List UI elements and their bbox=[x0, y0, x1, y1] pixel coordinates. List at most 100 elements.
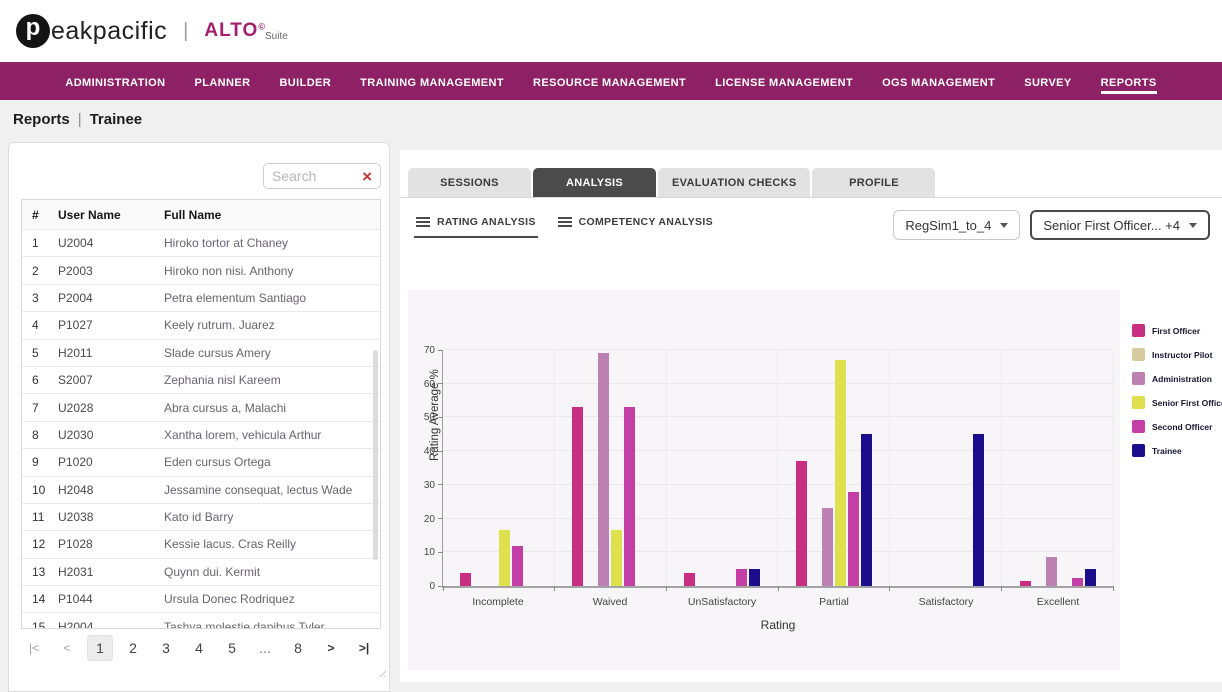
table-row[interactable]: 12P1028Kessie lacus. Cras Reilly bbox=[22, 530, 380, 557]
sim-filter-dropdown[interactable]: RegSim1_to_4 bbox=[893, 210, 1020, 240]
subtab-rating-analysis[interactable]: RATING ANALYSIS bbox=[414, 210, 538, 238]
full-name-cell: Jessamine consequat, lectus Wade bbox=[164, 483, 380, 497]
table-row[interactable]: 15H2004Tashya molestie dapibus Tyler bbox=[22, 612, 380, 629]
bar-administration bbox=[1046, 557, 1057, 586]
nav-item-administration[interactable]: ADMINISTRATION bbox=[65, 69, 165, 94]
role-filter-dropdown[interactable]: Senior First Officer... +4 bbox=[1030, 210, 1210, 240]
x-axis-category-label: UnSatisfactory bbox=[666, 596, 778, 608]
user-name-cell: P2004 bbox=[58, 291, 164, 305]
filters: RegSim1_to_4 Senior First Officer... +4 bbox=[893, 210, 1210, 240]
nav-item-planner[interactable]: PLANNER bbox=[194, 69, 250, 94]
row-number: 10 bbox=[22, 483, 58, 497]
y-axis-tick-label: 40 bbox=[411, 446, 435, 457]
bar-group-excellent bbox=[1001, 350, 1113, 586]
search-box[interactable]: × bbox=[263, 163, 381, 189]
bar-first-officer bbox=[460, 573, 471, 586]
x-axis-category-label: Satisfactory bbox=[890, 596, 1002, 608]
bar-group-waived bbox=[554, 350, 666, 586]
table-row[interactable]: 5H2011Slade cursus Amery bbox=[22, 339, 380, 366]
table-row[interactable]: 9P1020Eden cursus Ortega bbox=[22, 448, 380, 475]
y-axis-tick-label: 30 bbox=[411, 480, 435, 491]
nav-item-resource-management[interactable]: RESOURCE MANAGEMENT bbox=[533, 69, 686, 94]
y-axis-tick-label: 70 bbox=[411, 345, 435, 356]
legend-swatch bbox=[1132, 324, 1145, 337]
pagination-page-2[interactable]: 2 bbox=[120, 635, 146, 661]
bar-group-unsatisfactory bbox=[666, 350, 778, 586]
table-row[interactable]: 2P2003Hiroko non nisi. Anthony bbox=[22, 256, 380, 283]
table-row[interactable]: 6S2007Zephania nisl Kareem bbox=[22, 366, 380, 393]
legend-swatch bbox=[1132, 420, 1145, 433]
nav-item-ogs-management[interactable]: OGS MANAGEMENT bbox=[882, 69, 995, 94]
full-name-cell: Petra elementum Santiago bbox=[164, 291, 380, 305]
subtab-bar: RATING ANALYSIS COMPETENCY ANALYSIS bbox=[412, 210, 715, 238]
table-row[interactable]: 4P1027Keely rutrum. Juarez bbox=[22, 311, 380, 338]
user-name-cell: H2011 bbox=[58, 346, 164, 360]
full-name-cell: Abra cursus a, Malachi bbox=[164, 401, 380, 415]
breadcrumb: Reports|Trainee bbox=[0, 100, 1222, 136]
rating-chart-section: Rating Average % 010203040506070 Incompl… bbox=[408, 290, 1222, 670]
bar-second-officer bbox=[512, 546, 523, 586]
bar-senior-first-officer bbox=[499, 530, 510, 586]
bar-senior-first-officer bbox=[611, 530, 622, 586]
search-input[interactable] bbox=[272, 168, 358, 184]
pagination-page-4[interactable]: 4 bbox=[186, 635, 212, 661]
search-clear-icon[interactable]: × bbox=[362, 168, 372, 185]
pagination-prev[interactable]: < bbox=[54, 635, 80, 661]
bar-first-officer bbox=[796, 461, 807, 586]
full-name-cell: Xantha lorem, vehicula Arthur bbox=[164, 428, 380, 442]
row-number: 6 bbox=[22, 373, 58, 387]
tab-analysis[interactable]: ANALYSIS bbox=[533, 168, 656, 197]
chart-legend: First OfficerInstructor PilotAdministrat… bbox=[1122, 290, 1222, 670]
table-row[interactable]: 1U2004Hiroko tortor at Chaney bbox=[22, 229, 380, 256]
x-axis-title: Rating bbox=[442, 618, 1114, 632]
user-name-cell: P2003 bbox=[58, 264, 164, 278]
pagination-ellipsis: ... bbox=[252, 635, 278, 661]
brand-divider: | bbox=[183, 20, 188, 43]
pagination-last[interactable]: >| bbox=[351, 635, 377, 661]
subtab-competency-analysis[interactable]: COMPETENCY ANALYSIS bbox=[556, 210, 715, 238]
column-header-: # bbox=[22, 208, 58, 222]
full-name-cell: Eden cursus Ortega bbox=[164, 455, 380, 469]
user-name-cell: P1027 bbox=[58, 318, 164, 332]
pagination-page-5[interactable]: 5 bbox=[219, 635, 245, 661]
table-row[interactable]: 3P2004Petra elementum Santiago bbox=[22, 284, 380, 311]
y-axis-tick-label: 50 bbox=[411, 412, 435, 423]
tab-sessions[interactable]: SESSIONS bbox=[408, 168, 531, 197]
resize-handle-icon[interactable] bbox=[377, 668, 386, 677]
tab-evaluation-checks[interactable]: EVALUATION CHECKS bbox=[658, 168, 810, 197]
y-axis-tick-label: 20 bbox=[411, 514, 435, 525]
table-row[interactable]: 10H2048Jessamine consequat, lectus Wade bbox=[22, 476, 380, 503]
pagination-first[interactable]: |< bbox=[21, 635, 47, 661]
bar-second-officer bbox=[624, 407, 635, 586]
bar-senior-first-officer bbox=[835, 360, 846, 586]
pagination-page-1[interactable]: 1 bbox=[87, 635, 113, 661]
column-header-user-name: User Name bbox=[58, 208, 164, 222]
legend-swatch bbox=[1132, 444, 1145, 457]
table-row[interactable]: 8U2030Xantha lorem, vehicula Arthur bbox=[22, 421, 380, 448]
product-name: ALTO bbox=[204, 20, 258, 41]
nav-item-license-management[interactable]: LICENSE MANAGEMENT bbox=[715, 69, 853, 94]
table-row[interactable]: 13H2031Quynn dui. Kermit bbox=[22, 558, 380, 585]
row-number: 3 bbox=[22, 291, 58, 305]
table-row[interactable]: 7U2028Abra cursus a, Malachi bbox=[22, 393, 380, 420]
table-row[interactable]: 14P1044Ursula Donec Rodriquez bbox=[22, 585, 380, 612]
list-icon bbox=[558, 217, 572, 227]
table-row[interactable]: 11U2038Kato id Barry bbox=[22, 503, 380, 530]
breadcrumb-section[interactable]: Reports bbox=[13, 111, 70, 128]
main-nav: ADMINISTRATION PLANNER BUILDER TRAINING MAN… bbox=[0, 62, 1222, 100]
analysis-panel: SESSIONSANALYSISEVALUATION CHECKSPROFILE… bbox=[400, 150, 1222, 682]
nav-item-survey[interactable]: SURVEY bbox=[1024, 69, 1071, 94]
nav-item-training-management[interactable]: TRAINING MANAGEMENT bbox=[360, 69, 504, 94]
pagination-next[interactable]: > bbox=[318, 635, 344, 661]
tab-profile[interactable]: PROFILE bbox=[812, 168, 935, 197]
table-scrollbar[interactable] bbox=[373, 350, 378, 560]
y-axis-tick-label: 0 bbox=[411, 581, 435, 592]
sim-filter-value: RegSim1_to_4 bbox=[905, 218, 991, 233]
pagination-page-3[interactable]: 3 bbox=[153, 635, 179, 661]
bar-group-incomplete bbox=[443, 350, 554, 586]
bar-trainee bbox=[861, 434, 872, 586]
chevron-down-icon bbox=[1000, 223, 1008, 228]
nav-item-reports[interactable]: REPORTS bbox=[1101, 69, 1157, 94]
nav-item-builder[interactable]: BUILDER bbox=[279, 69, 331, 94]
pagination-page-8[interactable]: 8 bbox=[285, 635, 311, 661]
